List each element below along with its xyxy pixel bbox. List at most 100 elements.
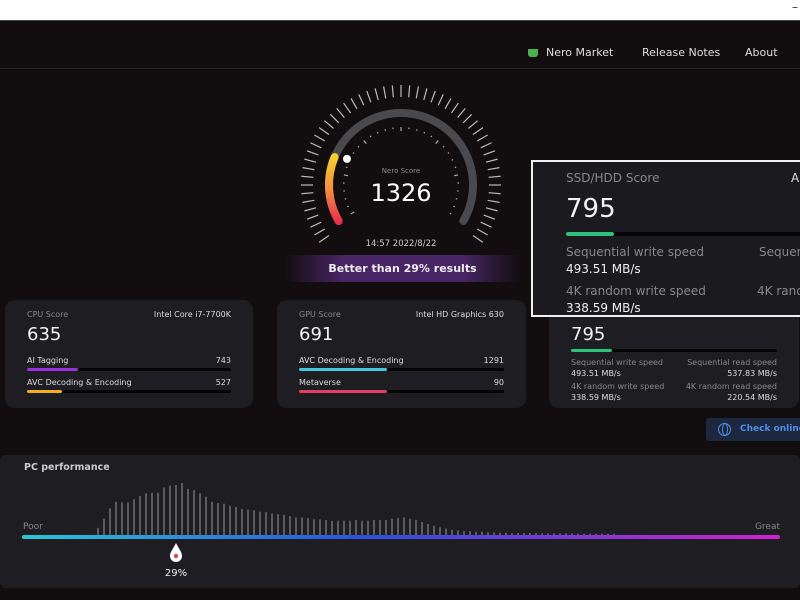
- gpu-score: 691: [299, 324, 334, 345]
- globe-icon: [718, 423, 731, 436]
- gauge-tick: [358, 94, 365, 106]
- gauge-inner-tick: [376, 131, 379, 134]
- ssd-name: AD: [791, 171, 800, 185]
- cpu-name: Intel Core i7-7700K: [153, 310, 231, 319]
- gauge-tick: [485, 207, 498, 212]
- gauge-inner-tick: [357, 145, 360, 148]
- gauge-tick: [408, 85, 411, 98]
- ssd-label: SSD/HDD Score: [566, 171, 660, 185]
- gauge-tick: [314, 228, 326, 236]
- metric-value: 743: [215, 356, 231, 365]
- gpu-label: GPU Score: [299, 310, 341, 319]
- metric-bar: [27, 390, 62, 393]
- gauge-tick: [318, 127, 330, 136]
- nav-nero-market[interactable]: Nero Market: [528, 46, 613, 59]
- gauge-tick: [302, 167, 315, 171]
- seq-write-value: 493.51 MB/s: [566, 262, 641, 276]
- performance-distribution: Poor Great 29%: [22, 483, 781, 579]
- gauge-inner-tick: [449, 212, 452, 215]
- metric-row: AI Tagging 743: [27, 356, 231, 371]
- metric-bar: [299, 368, 388, 371]
- gauge-inner-tick: [352, 152, 355, 154]
- gauge-tick: [302, 199, 315, 203]
- gauge-tick: [306, 150, 319, 156]
- gauge-inner-tick: [453, 205, 456, 208]
- ssd-bar-large: [566, 232, 614, 236]
- metric-value: 1291: [483, 356, 504, 365]
- minimize-button[interactable]: –: [792, 0, 798, 14]
- gauge-tick: [437, 94, 444, 106]
- gauge-label: Nero Score: [382, 167, 420, 175]
- gauge-tick: [485, 158, 498, 163]
- metric-label: AVC Decoding & Encoding: [299, 356, 404, 365]
- gauge-inner-tick: [447, 152, 450, 154]
- seq-read-value: 537.83 MB/s: [727, 369, 777, 378]
- gauge-tick: [476, 228, 488, 236]
- gauge-tick: [301, 175, 314, 178]
- gauge-tick: [472, 127, 484, 136]
- gauge-tick: [487, 199, 500, 203]
- performance-scale-bar: [22, 535, 780, 539]
- basket-icon: [528, 49, 538, 57]
- gauge-inner-tick: [369, 135, 372, 138]
- gauge-tick: [430, 90, 436, 103]
- marker-label: 29%: [165, 568, 187, 579]
- gauge-tick: [350, 98, 358, 110]
- metric-label: Metaverse: [299, 378, 341, 387]
- metric-bar: [27, 368, 78, 371]
- seq-write-value: 493.51 MB/s: [571, 369, 621, 378]
- gauge-tick: [488, 175, 501, 178]
- gauge-tick: [314, 134, 326, 142]
- gauge-tick: [472, 234, 484, 243]
- marker-pin-icon: [170, 543, 182, 562]
- gauge-inner-tick: [363, 140, 367, 145]
- gauge-tick: [383, 86, 387, 99]
- gauge-tick: [324, 120, 334, 129]
- nav-release-notes[interactable]: Release Notes: [642, 46, 720, 59]
- seq-write-label: Sequential write speed: [566, 245, 704, 259]
- poor-label: Poor: [23, 522, 43, 532]
- seq-read-label: Sequen: [759, 245, 800, 259]
- divider: [0, 68, 800, 69]
- rand-write-label: 4K random write speed: [566, 284, 706, 298]
- ssd-bar: [571, 349, 613, 352]
- gauge-tick: [310, 221, 322, 228]
- metric-value: 527: [215, 378, 231, 387]
- gauge-inner-tick: [350, 211, 355, 215]
- window-titlebar: –: [0, 0, 800, 21]
- ssd-magnified-view: SSD/HDD Score AD 795 Sequential write sp…: [531, 160, 800, 317]
- gauge-tick: [343, 102, 352, 114]
- gauge-tick: [462, 113, 473, 124]
- cpu-score: 635: [27, 324, 62, 345]
- nav-label: Nero Market: [546, 46, 614, 59]
- ssd-score-large: 795: [566, 194, 616, 224]
- gauge-tick: [457, 108, 466, 118]
- metric-label: AI Tagging: [27, 356, 69, 365]
- gauge-tick: [483, 150, 496, 156]
- great-label: Great: [755, 522, 781, 532]
- gauge-tick: [488, 192, 501, 195]
- gauge-tick: [444, 98, 452, 110]
- metric-row: AVC Decoding & Encoding 1291: [299, 356, 504, 371]
- gauge-tick: [301, 192, 314, 195]
- gauge-inner-tick: [343, 174, 348, 177]
- gauge-tick: [450, 102, 459, 114]
- rand-read-label: 4K random read speed: [685, 382, 777, 391]
- pc-performance-panel: PC performance Poor Great 29%: [0, 455, 800, 588]
- check-online-button[interactable]: Check online: [706, 418, 800, 441]
- rand-read-label: 4K rand: [757, 284, 800, 298]
- ssd-score: 795: [571, 324, 606, 345]
- gauge-inner-tick: [430, 135, 433, 138]
- seq-write-label: Sequential write speed: [571, 358, 663, 367]
- percentile-banner: Better than 29% results: [285, 255, 520, 282]
- cpu-card: CPU Score Intel Core i7-7700K 635 AI Tag…: [5, 300, 253, 408]
- gauge-tick: [476, 134, 488, 142]
- nav-about[interactable]: About: [745, 46, 778, 59]
- rand-write-value: 338.59 MB/s: [571, 393, 621, 402]
- gauge-needle-icon: [342, 154, 351, 163]
- metric-label: AVC Decoding & Encoding: [27, 378, 132, 387]
- gauge-fill: [325, 153, 343, 225]
- gauge-tick: [318, 234, 330, 243]
- gauge-tick: [487, 167, 500, 171]
- gauge-tick: [366, 90, 372, 103]
